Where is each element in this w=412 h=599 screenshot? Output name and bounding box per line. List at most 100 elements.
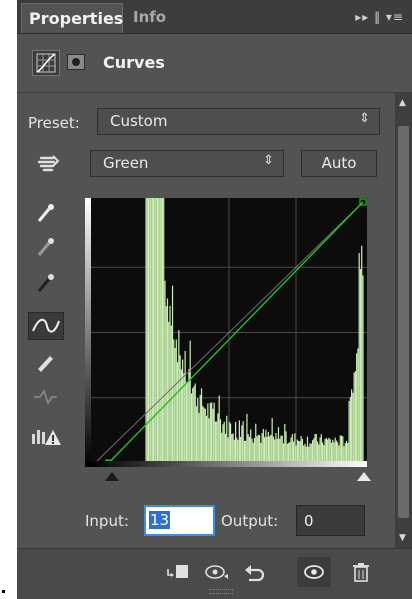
properties-panel: Properties Info ▸▸ ‖ ▾≡ Curves Preset: C… (17, 0, 412, 599)
histogram-bar (183, 373, 185, 467)
target-adjust-icon[interactable] (35, 150, 65, 178)
histogram-bar (213, 402, 215, 467)
histogram-bar (207, 403, 209, 467)
histogram-bar (212, 408, 214, 467)
smooth-curve-icon[interactable] (31, 384, 61, 412)
clip-to-layer-icon[interactable] (165, 561, 191, 583)
histogram-bar (161, 198, 164, 467)
histogram-bar (349, 396, 351, 467)
histogram-bar (203, 407, 205, 467)
histogram-bar (209, 402, 211, 467)
histogram-bar (165, 306, 167, 467)
input-value: 13 (149, 511, 171, 529)
bottom-toolbar (17, 548, 412, 599)
histogram-bar (359, 269, 362, 467)
auto-button[interactable]: Auto (301, 150, 377, 177)
histogram-bar (197, 398, 199, 467)
histogram-bar (199, 394, 201, 467)
histogram-bar (170, 325, 172, 467)
channel-select[interactable]: Green ⇕ (90, 150, 284, 177)
histogram-bar (208, 418, 210, 467)
histogram-bar (159, 198, 161, 467)
scroll-up-icon[interactable]: ▲ (399, 98, 406, 108)
histogram-bar (171, 285, 174, 467)
layer-mask-icon[interactable] (67, 54, 85, 70)
histogram-bar (358, 253, 360, 467)
histogram-bar (158, 198, 160, 467)
pencil-draw-icon[interactable] (31, 348, 61, 376)
visibility-eye-icon[interactable] (297, 557, 331, 587)
output-value: 0 (304, 512, 314, 530)
chevron-updown-icon: ⇕ (359, 111, 370, 126)
histogram-bar (178, 329, 180, 467)
adjustment-title: Curves (103, 53, 165, 72)
preset-select[interactable]: Custom ⇕ (97, 108, 380, 135)
curves-adjustment-icon[interactable] (32, 50, 60, 76)
preset-label: Preset: (28, 114, 80, 132)
histogram-bar (192, 388, 194, 467)
histogram-bar (354, 371, 357, 467)
histogram-bar (149, 198, 151, 467)
histogram-bar (211, 402, 213, 467)
histogram-bar (190, 393, 193, 467)
histogram-bar (348, 401, 350, 467)
clipping-warning-icon[interactable] (29, 424, 65, 452)
histogram-bar (202, 406, 204, 467)
histogram-bar (226, 415, 228, 467)
histogram-bar (146, 198, 148, 467)
histogram-bar (219, 419, 222, 467)
white-point-slider-handle[interactable] (357, 472, 371, 481)
histogram-bar (352, 392, 354, 467)
histogram-bar (205, 415, 208, 467)
trash-icon[interactable] (348, 561, 374, 583)
histogram-bar (166, 298, 169, 467)
white-point-eyedropper-icon[interactable] (31, 200, 61, 228)
histogram-bar (195, 406, 198, 467)
histogram-bar (185, 382, 188, 467)
histogram-bar (155, 198, 157, 467)
histogram-bar (353, 372, 355, 467)
black-point-slider-handle[interactable] (105, 472, 119, 481)
histogram-bar (187, 381, 189, 467)
chevron-updown-icon: ⇕ (263, 153, 274, 168)
view-previous-state-icon[interactable] (204, 561, 230, 583)
resize-grip[interactable] (209, 589, 233, 594)
histogram-bar (147, 198, 150, 467)
tab-properties[interactable]: Properties (21, 3, 123, 33)
histogram-bar (168, 321, 170, 467)
black-point-eyedropper-icon[interactable] (31, 270, 61, 298)
input-field[interactable]: 13 (144, 505, 215, 536)
scroll-down-icon[interactable]: ▼ (399, 533, 406, 543)
histogram-bar (217, 413, 219, 467)
histogram-bar (160, 198, 162, 467)
histogram-bar (246, 413, 248, 467)
panel-menu-icon[interactable]: ▸▸ ‖ ▾≡ (355, 10, 404, 24)
reset-icon[interactable] (242, 561, 268, 583)
tab-properties-label: Properties (29, 9, 124, 28)
histogram-bar (176, 362, 179, 467)
input-gradient-bar (91, 461, 367, 467)
histogram-bar (361, 245, 363, 467)
histogram-bar (200, 388, 203, 467)
histogram-bar (357, 348, 359, 467)
curves-graph[interactable] (91, 198, 367, 467)
tab-bar: Properties Info ▸▸ ‖ ▾≡ (17, 0, 412, 34)
histogram-bar (173, 339, 175, 467)
gray-point-eyedropper-icon[interactable] (31, 234, 61, 262)
histogram-bar (188, 369, 190, 467)
tab-info[interactable]: Info (133, 8, 166, 26)
output-field[interactable]: 0 (296, 505, 365, 536)
curve-point-tool-icon[interactable] (28, 312, 64, 340)
histogram-bar (184, 350, 186, 467)
histogram-bar (198, 412, 200, 467)
histogram-bar (193, 386, 195, 467)
histogram-bar (164, 280, 166, 467)
channel-value: Green (103, 154, 149, 172)
histogram-bar (218, 395, 220, 467)
adjustment-header: Curves (17, 34, 412, 93)
histogram-bar (154, 198, 156, 467)
scroll-thumb[interactable] (398, 126, 409, 518)
histogram-bar (204, 408, 206, 467)
histogram-bar (182, 359, 184, 467)
panel-scrollbar[interactable]: ▲ ▼ (395, 92, 412, 548)
